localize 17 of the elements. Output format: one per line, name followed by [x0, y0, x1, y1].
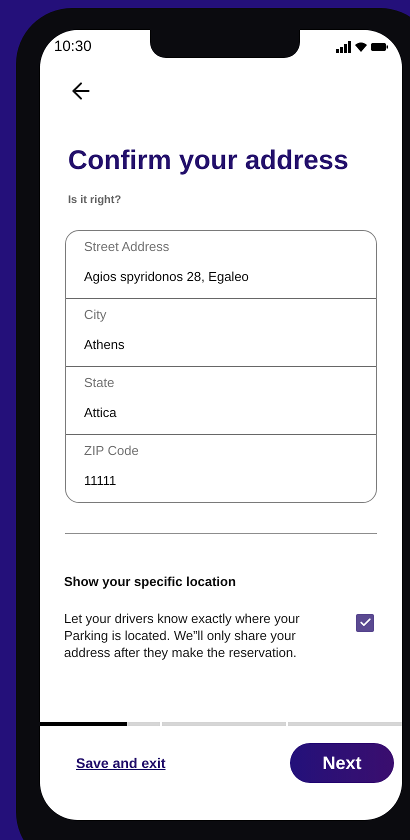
field-label: State [84, 374, 116, 392]
field-label: ZIP Code [84, 442, 140, 460]
field-value[interactable]: 11111 [84, 470, 358, 490]
subtitle: Is it right? [67, 192, 122, 208]
save-exit-link[interactable]: Save and exit [76, 752, 166, 774]
field-value[interactable]: Agios spyridonos 28, Egaleo [84, 266, 358, 286]
field-label: City [84, 306, 108, 324]
status-time: 10:30 [54, 36, 92, 57]
field-label: Street Address [84, 238, 170, 256]
field-value[interactable]: Attica [84, 402, 358, 422]
page-title: Confirm your address [67, 144, 350, 177]
next-button[interactable]: Next [290, 743, 394, 783]
location-description: Let your drivers know exactly where your Parking is located. We”ll only share your address after they make the reservation. [64, 610, 300, 661]
location-checkbox[interactable] [356, 614, 374, 632]
field-value[interactable]: Athens [84, 334, 358, 354]
status-icons [336, 41, 388, 53]
section-heading: Show your specific location [63, 573, 237, 592]
